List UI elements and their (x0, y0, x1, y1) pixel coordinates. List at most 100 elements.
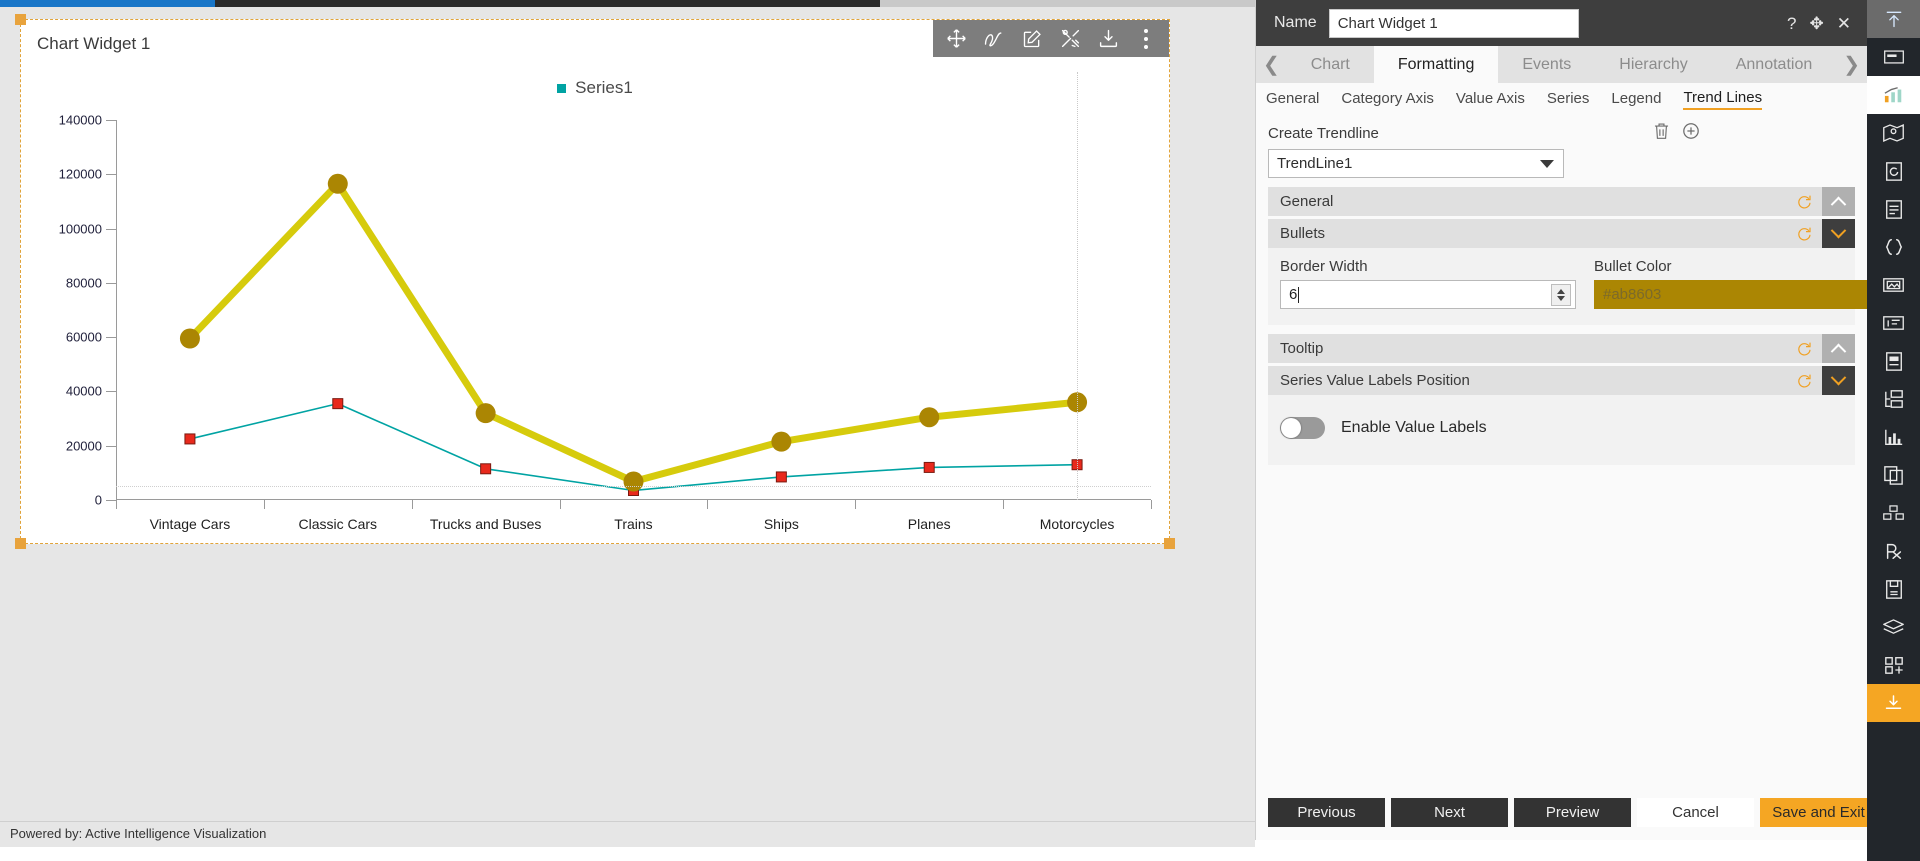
card-icon[interactable] (1867, 38, 1920, 76)
border-width-input[interactable]: 6 (1280, 280, 1576, 309)
subtab-trend-lines[interactable]: Trend Lines (1683, 89, 1762, 110)
add-icon[interactable] (1682, 122, 1700, 144)
info-card-icon[interactable] (1867, 304, 1920, 342)
collapse-up-icon[interactable] (1867, 0, 1920, 38)
reset-general-icon[interactable] (1786, 187, 1822, 216)
right-icon-rail[interactable] (1867, 0, 1920, 861)
trendline-select[interactable]: TrendLine1 (1268, 149, 1564, 178)
image-icon[interactable] (1867, 266, 1920, 304)
toggle-bullets-section[interactable] (1822, 219, 1855, 248)
panel-subtabs[interactable]: General Category Axis Value Axis Series … (1256, 83, 1867, 115)
panel-header-icons[interactable]: ? ✥ ✕ (1787, 15, 1857, 32)
tab-formatting[interactable]: Formatting (1374, 46, 1498, 83)
close-icon[interactable]: ✕ (1837, 15, 1851, 32)
map-icon[interactable] (1867, 114, 1920, 152)
trendline-actions[interactable] (1653, 122, 1700, 144)
resize-handle-top-left[interactable] (15, 14, 26, 25)
chart-widget[interactable]: Chart Widget 1 (20, 19, 1170, 544)
section-bullets-body: Border Width 6 Bullet Color #ab8603 (1268, 248, 1855, 325)
tree-icon[interactable] (1867, 380, 1920, 418)
toggle-series-value-labels-section[interactable] (1822, 366, 1855, 395)
bullet-color-input[interactable]: #ab8603 (1594, 280, 1890, 309)
layers-icon[interactable] (1867, 608, 1920, 646)
subtab-legend[interactable]: Legend (1611, 90, 1661, 109)
code-braces-icon[interactable] (1867, 228, 1920, 266)
move-icon[interactable] (937, 20, 975, 57)
subtab-category-axis[interactable]: Category Axis (1341, 90, 1434, 109)
legend-label: Series1 (575, 78, 633, 98)
x-axis-tick-label: Planes (908, 516, 951, 532)
tab-hierarchy[interactable]: Hierarchy (1595, 46, 1711, 83)
tabs-prev-arrow[interactable]: ❮ (1256, 46, 1287, 83)
border-width-label: Border Width (1280, 258, 1576, 275)
tab-annotation[interactable]: Annotation (1712, 46, 1837, 83)
panel-tabs[interactable]: ❮ Chart Formatting Events Hierarchy Anno… (1256, 46, 1867, 83)
section-bullets-header[interactable]: Bullets (1268, 219, 1855, 248)
widget-title: Chart Widget 1 (37, 34, 150, 54)
preview-button[interactable]: Preview (1514, 798, 1631, 827)
move-panel-icon[interactable]: ✥ (1810, 15, 1824, 32)
report-icon[interactable] (1867, 342, 1920, 380)
refresh-doc-icon[interactable] (1867, 152, 1920, 190)
vertical-gridline (1077, 72, 1078, 500)
prescription-icon[interactable] (1867, 532, 1920, 570)
tabs-next-arrow[interactable]: ❯ (1836, 46, 1867, 83)
chart-legend[interactable]: Series1 (21, 78, 1169, 98)
series-data-point[interactable] (328, 174, 348, 194)
document-icon[interactable] (1867, 190, 1920, 228)
border-width-stepper[interactable] (1551, 284, 1571, 306)
tab-chart[interactable]: Chart (1287, 46, 1374, 83)
section-bullets: Bullets Border Width (1268, 219, 1855, 325)
chart-icon[interactable] (1867, 76, 1920, 114)
help-icon[interactable]: ? (1787, 15, 1796, 32)
edit-icon[interactable] (1013, 20, 1051, 57)
save-doc-icon[interactable] (1867, 570, 1920, 608)
series-data-point[interactable] (476, 403, 496, 423)
tab-events[interactable]: Events (1498, 46, 1595, 83)
series-data-point[interactable] (624, 472, 644, 492)
y-axis-tick-label: 80000 (66, 275, 102, 290)
x-axis-tick-label: Vintage Cars (150, 516, 231, 532)
tools-icon[interactable] (1051, 20, 1089, 57)
section-tooltip-header[interactable]: Tooltip (1268, 334, 1855, 363)
series-data-point[interactable] (924, 462, 934, 472)
series-data-point[interactable] (333, 399, 343, 409)
series-data-point[interactable] (919, 407, 939, 427)
reset-tooltip-icon[interactable] (1786, 334, 1822, 363)
series-data-point[interactable] (481, 464, 491, 474)
create-trendline-row: Create Trendline (1268, 119, 1855, 149)
section-general-header[interactable]: General (1268, 187, 1855, 216)
y-axis-tick-label: 100000 (59, 221, 102, 236)
copy-doc-icon[interactable] (1867, 456, 1920, 494)
reset-series-value-labels-icon[interactable] (1786, 366, 1822, 395)
series-data-point[interactable] (776, 472, 786, 482)
delete-icon[interactable] (1653, 122, 1670, 144)
save-and-exit-button[interactable]: Save and Exit (1760, 798, 1877, 827)
widget-name-input[interactable] (1329, 9, 1579, 38)
reset-bullets-icon[interactable] (1786, 219, 1822, 248)
bar-chart-icon[interactable] (1867, 418, 1920, 456)
widget-toolbar[interactable] (933, 20, 1169, 57)
more-options-icon[interactable] (1127, 20, 1165, 57)
series-data-point[interactable] (185, 434, 195, 444)
previous-button[interactable]: Previous (1268, 798, 1385, 827)
trendline-icon[interactable] (975, 20, 1013, 57)
properties-panel[interactable]: Name ? ✥ ✕ ❮ Chart Formatting Events Hie… (1255, 0, 1867, 840)
download-rail-icon[interactable] (1867, 684, 1920, 722)
enable-value-labels-toggle[interactable] (1280, 417, 1325, 439)
cubes-icon[interactable] (1867, 494, 1920, 532)
series-data-point[interactable] (771, 432, 791, 452)
x-axis-tick-label: Motorcycles (1040, 516, 1115, 532)
next-button[interactable]: Next (1391, 798, 1508, 827)
subtab-general[interactable]: General (1266, 90, 1319, 109)
cancel-button[interactable]: Cancel (1637, 798, 1754, 827)
subtab-series[interactable]: Series (1547, 90, 1590, 109)
design-canvas[interactable]: Chart Widget 1 (0, 7, 1255, 847)
subtab-value-axis[interactable]: Value Axis (1456, 90, 1525, 109)
section-series-value-labels-header[interactable]: Series Value Labels Position (1268, 366, 1855, 395)
add-widget-icon[interactable] (1867, 646, 1920, 684)
download-icon[interactable] (1089, 20, 1127, 57)
toggle-tooltip-section[interactable] (1822, 334, 1855, 363)
series-data-point[interactable] (180, 329, 200, 349)
toggle-general-section[interactable] (1822, 187, 1855, 216)
